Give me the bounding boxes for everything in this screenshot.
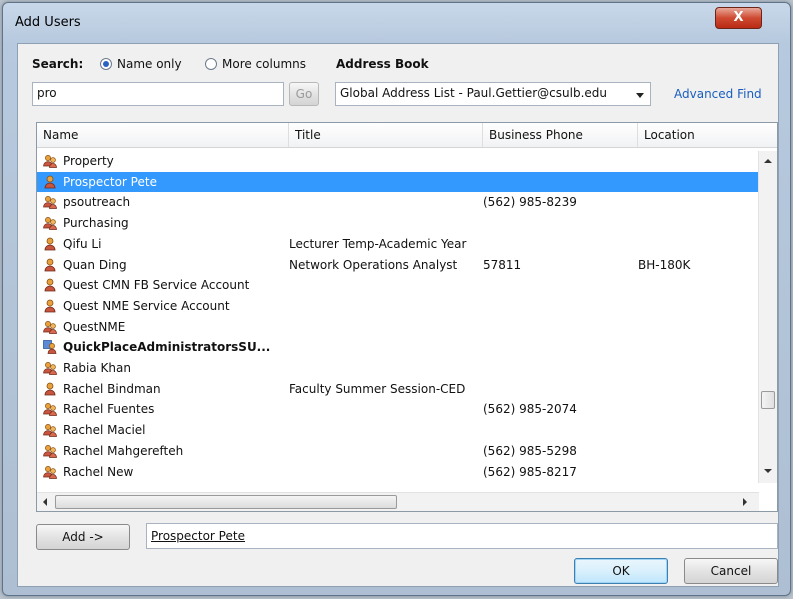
cell-title: Faculty Summer Session-CED [289, 381, 466, 396]
cancel-button[interactable]: Cancel [684, 558, 778, 584]
list-item[interactable]: Property [37, 151, 759, 171]
column-header-location[interactable]: Location [638, 123, 777, 147]
results-list[interactable]: Name Title Business Phone Location Prope… [36, 122, 778, 512]
list-item[interactable]: QuickPlaceAdministratorsSU... [37, 337, 759, 357]
cell-phone: (562) 985-8239 [483, 195, 577, 210]
advanced-find-link[interactable]: Advanced Find [674, 87, 762, 101]
column-header-name[interactable]: Name [37, 123, 289, 147]
close-button[interactable]: X [715, 7, 762, 29]
contact-group-icon [43, 195, 57, 210]
horizontal-scrollbar[interactable] [37, 492, 759, 511]
user-icon [43, 237, 57, 251]
vertical-scroll-thumb[interactable] [761, 391, 775, 409]
cell-name: Quest NME Service Account [63, 298, 230, 313]
cell-title: Lecturer Temp-Academic Year [289, 236, 467, 251]
horizontal-scroll-thumb[interactable] [55, 495, 397, 509]
selected-user-entry[interactable]: Prospector Pete [151, 529, 245, 543]
column-header-title[interactable]: Title [289, 123, 483, 147]
list-item[interactable]: Prospector Pete [37, 171, 759, 192]
cell-name: Rachel Fuentes [63, 402, 155, 417]
chevron-down-icon [636, 93, 644, 98]
cell-name: Prospector Pete [63, 174, 157, 189]
list-item[interactable]: QuestNME [37, 317, 759, 337]
list-item[interactable]: Rachel Fuentes (562) 985-2074 [37, 399, 759, 419]
cell-name: Rachel Mahgerefteh [63, 443, 184, 458]
list-item[interactable]: Quest NME Service Account [37, 296, 759, 316]
user-icon [43, 278, 57, 292]
contact-group-icon [43, 423, 57, 437]
cell-phone: (562) 985-5298 [483, 443, 577, 458]
address-book-value: Global Address List - Paul.Gettier@csulb… [340, 86, 608, 100]
cell-name: psoutreach [63, 195, 131, 210]
results-rows: Property Prospector Pete psoutreach (562) 9… [37, 151, 759, 483]
dialog-body: Search: Name only More columns Address B… [17, 43, 779, 587]
contact-group-icon [43, 216, 57, 230]
contact-group-icon [43, 465, 57, 479]
list-item[interactable]: Rachel Bindman Faculty Summer Session-CED [37, 379, 759, 399]
address-book-label: Address Book [336, 57, 429, 71]
list-item[interactable]: Quest CMN FB Service Account [37, 275, 759, 295]
title-bar[interactable]: Add Users X [3, 3, 790, 43]
user-icon [43, 382, 57, 396]
search-input[interactable]: pro [32, 82, 284, 106]
cell-name: Qifu Li [63, 236, 102, 251]
cell-name: Rabia Khan [63, 361, 131, 375]
list-item[interactable]: Rabia Khan [37, 358, 759, 378]
cell-name: Rachel New [63, 464, 134, 479]
list-item[interactable]: Rachel Maciel [37, 420, 759, 440]
ok-button[interactable]: OK [574, 558, 668, 584]
list-item[interactable]: Qifu Li Lecturer Temp-Academic Year [37, 234, 759, 254]
search-label: Search: [32, 57, 84, 71]
selected-users-field[interactable]: Prospector Pete [146, 523, 778, 549]
scroll-down-icon[interactable] [764, 469, 772, 473]
cell-name: Quest CMN FB Service Account [63, 278, 250, 293]
cell-name: Rachel Bindman [63, 381, 161, 396]
add-button[interactable]: Add -> [36, 524, 130, 550]
cell-name: QuickPlaceAdministratorsSU... [63, 340, 271, 355]
scroll-left-icon[interactable] [43, 498, 47, 506]
scroll-right-icon[interactable] [743, 498, 747, 506]
cell-location: BH-180K [638, 257, 691, 272]
user-icon [43, 299, 57, 313]
list-item[interactable]: Rachel New (562) 985-8217 [37, 462, 759, 482]
name-only-label[interactable]: Name only [117, 57, 182, 71]
name-only-radio[interactable] [100, 58, 112, 70]
user-icon [43, 175, 57, 189]
contact-group-icon [43, 154, 57, 168]
scroll-up-icon[interactable] [764, 159, 772, 163]
more-columns-label[interactable]: More columns [222, 57, 306, 71]
distribution-list-icon [43, 340, 57, 355]
user-icon [43, 258, 57, 272]
add-users-dialog: Add Users X Search: Name only More colum… [2, 2, 791, 596]
contact-group-icon [43, 402, 57, 417]
contact-group-icon [43, 320, 57, 334]
cell-phone: (562) 985-8217 [483, 464, 577, 479]
cell-name: Property [63, 154, 114, 168]
cell-name: Quan Ding [63, 257, 127, 272]
cell-name: Purchasing [63, 216, 129, 231]
vertical-scrollbar[interactable] [758, 151, 777, 483]
column-headers: Name Title Business Phone Location [37, 123, 777, 148]
contact-group-icon [43, 361, 57, 375]
cell-phone: 57811 [483, 257, 522, 272]
cell-title: Network Operations Analyst [289, 257, 458, 272]
contact-group-icon [43, 444, 57, 458]
list-item[interactable]: psoutreach (562) 985-8239 [37, 192, 759, 212]
column-header-business-phone[interactable]: Business Phone [483, 123, 638, 147]
cell-name: Rachel Maciel [63, 423, 146, 438]
go-button[interactable]: Go [289, 82, 319, 106]
window-title: Add Users [15, 15, 81, 30]
cell-name: QuestNME [63, 319, 126, 334]
more-columns-radio[interactable] [205, 58, 217, 70]
list-item[interactable]: Rachel Mahgerefteh (562) 985-5298 [37, 441, 759, 461]
list-item[interactable]: Purchasing [37, 213, 759, 233]
list-item[interactable]: Quan Ding Network Operations Analyst 57811… [37, 255, 759, 275]
cell-phone: (562) 985-2074 [483, 402, 577, 417]
address-book-select[interactable]: Global Address List - Paul.Gettier@csulb… [335, 82, 651, 106]
